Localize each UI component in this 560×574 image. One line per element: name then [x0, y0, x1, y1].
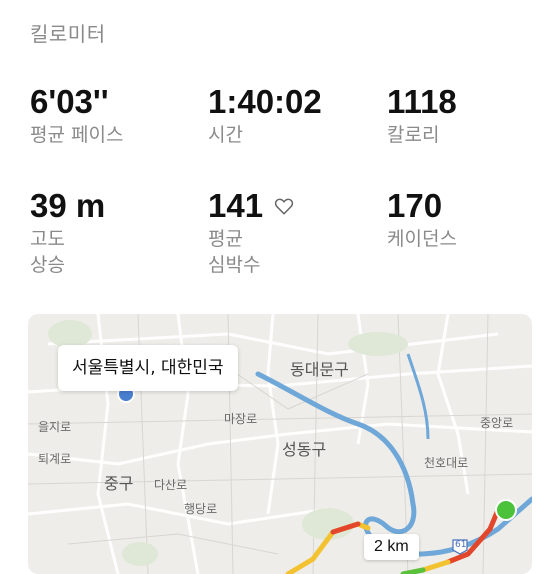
- map-label-toegye: 퇴계로: [38, 452, 72, 466]
- average-heart-rate-value-row: 141: [208, 188, 295, 224]
- stat-cadence: 170 케이던스: [387, 188, 457, 252]
- map-distance-marker: 2 km: [364, 534, 419, 560]
- map-label-seongdong: 성동구: [282, 440, 327, 459]
- duration-label: 시간: [208, 124, 243, 146]
- map-label-haengdang: 행당로: [184, 502, 218, 516]
- map-location-chip[interactable]: 서울특별시, 대한민국: [58, 345, 238, 391]
- cadence-value: 170: [387, 187, 443, 224]
- stat-duration: 1:40:02 시간: [208, 84, 322, 148]
- heart-outline-icon[interactable]: [273, 195, 295, 217]
- map-label-majang: 마장로: [224, 412, 258, 426]
- route-start-marker[interactable]: [495, 499, 517, 521]
- average-pace-label: 평균 페이스: [30, 124, 124, 146]
- elevation-gain-label: 고도 상승: [30, 228, 65, 276]
- average-heart-rate-value: 141: [208, 187, 264, 224]
- stat-average-heart-rate[interactable]: 141 평균 심박수: [208, 188, 295, 278]
- unit-label: 킬로미터: [30, 22, 106, 46]
- calories-value: 1118: [387, 83, 457, 120]
- stat-calories: 1118 칼로리: [387, 84, 457, 148]
- map-route-sign: 61: [455, 540, 467, 550]
- stat-elevation-gain: 39 m 고도 상승: [30, 188, 105, 278]
- average-heart-rate-label: 평균 심박수: [208, 228, 261, 276]
- stat-average-pace: 6'03'' 평균 페이스: [30, 84, 123, 148]
- elevation-gain-value: 39 m: [30, 187, 106, 224]
- map-label-jungang: 중앙로: [480, 416, 514, 430]
- map-label-dasan: 다산로: [154, 478, 188, 492]
- cadence-label: 케이던스: [387, 228, 457, 250]
- map-label-eulji: 을지로: [38, 420, 72, 434]
- average-pace-value: 6'03'': [30, 83, 109, 120]
- map-label-junggu: 중구: [104, 474, 134, 493]
- map-label-cheonho: 천호대로: [424, 456, 469, 470]
- duration-value: 1:40:02: [208, 83, 322, 120]
- calories-label: 칼로리: [387, 124, 440, 146]
- map-label-dongdaemun: 동대문구: [290, 360, 349, 379]
